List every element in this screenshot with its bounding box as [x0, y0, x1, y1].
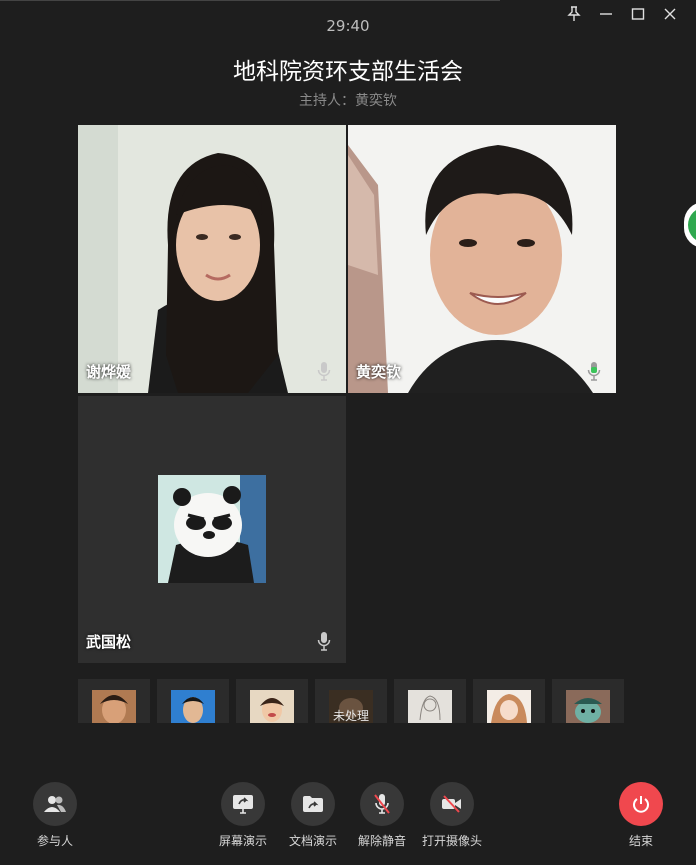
participant-name: 武国松: [86, 633, 132, 651]
folder-share-icon: [291, 782, 335, 826]
camera-off-icon: [430, 782, 474, 826]
participant-name: 谢烨媛: [86, 363, 132, 381]
participant-name: 黄奕钦: [356, 363, 402, 381]
meeting-window: 29:40 地科院资环支部生活会 主持人：黄奕钦 谢烨媛 黄奕钦 武国松 未处理…: [0, 0, 696, 865]
participant-thumbnail[interactable]: 未处理: [315, 679, 387, 723]
participants-label: 参与人: [36, 834, 73, 848]
end-meeting-button[interactable]: 结束: [601, 782, 681, 849]
camera-button[interactable]: 打开摄像头: [412, 782, 492, 849]
camera-label: 打开摄像头: [421, 834, 482, 848]
end-meeting-label: 结束: [628, 834, 653, 848]
anime-avatar-icon: [487, 690, 531, 723]
unmute-label: 解除静音: [357, 834, 406, 848]
meeting-timer: 29:40: [326, 17, 370, 35]
people-icon: [33, 782, 77, 826]
participants-button[interactable]: 参与人: [15, 782, 95, 849]
thumbnail-label: 未处理: [332, 709, 369, 723]
screen-share-button[interactable]: 屏幕演示: [203, 782, 283, 849]
participant-thumbnail[interactable]: [394, 679, 466, 723]
participant-thumbnail-strip: 未处理: [78, 679, 624, 723]
participant-thumbnail[interactable]: [236, 679, 308, 723]
cartoon-avatar-icon: [566, 690, 610, 723]
meeting-host: 主持人：黄奕钦: [299, 93, 397, 109]
microphone-icon: [317, 362, 331, 381]
side-floating-widget[interactable]: [684, 202, 696, 248]
panda-avatar-icon: [158, 475, 266, 583]
top-divider: [0, 0, 500, 1]
microphone-icon: [317, 632, 331, 651]
sketch-avatar-icon: [408, 690, 452, 723]
microphone-active-icon: [587, 362, 601, 381]
participant-thumbnail[interactable]: [552, 679, 624, 723]
participant-thumbnail[interactable]: [473, 679, 545, 723]
power-icon: [619, 782, 663, 826]
video-tile[interactable]: 黄奕钦: [348, 125, 616, 393]
portrait-avatar-icon: [171, 690, 215, 723]
participant-thumbnail[interactable]: [157, 679, 229, 723]
participant-thumbnail[interactable]: [78, 679, 150, 723]
participant-video-icon: [348, 125, 616, 393]
video-tile[interactable]: 武国松: [78, 396, 346, 663]
doc-share-button[interactable]: 文档演示: [273, 782, 353, 849]
portrait-avatar-icon: [250, 690, 294, 723]
video-tile[interactable]: 谢烨媛: [78, 125, 346, 393]
screen-share-label: 屏幕演示: [218, 834, 267, 848]
microphone-muted-icon: [360, 782, 404, 826]
participant-video-icon: [78, 125, 346, 393]
doc-share-label: 文档演示: [288, 834, 337, 848]
portrait-avatar-icon: [92, 690, 136, 723]
unmute-button[interactable]: 解除静音: [342, 782, 422, 849]
meeting-title: 地科院资环支部生活会: [233, 59, 463, 85]
screen-share-icon: [221, 782, 265, 826]
